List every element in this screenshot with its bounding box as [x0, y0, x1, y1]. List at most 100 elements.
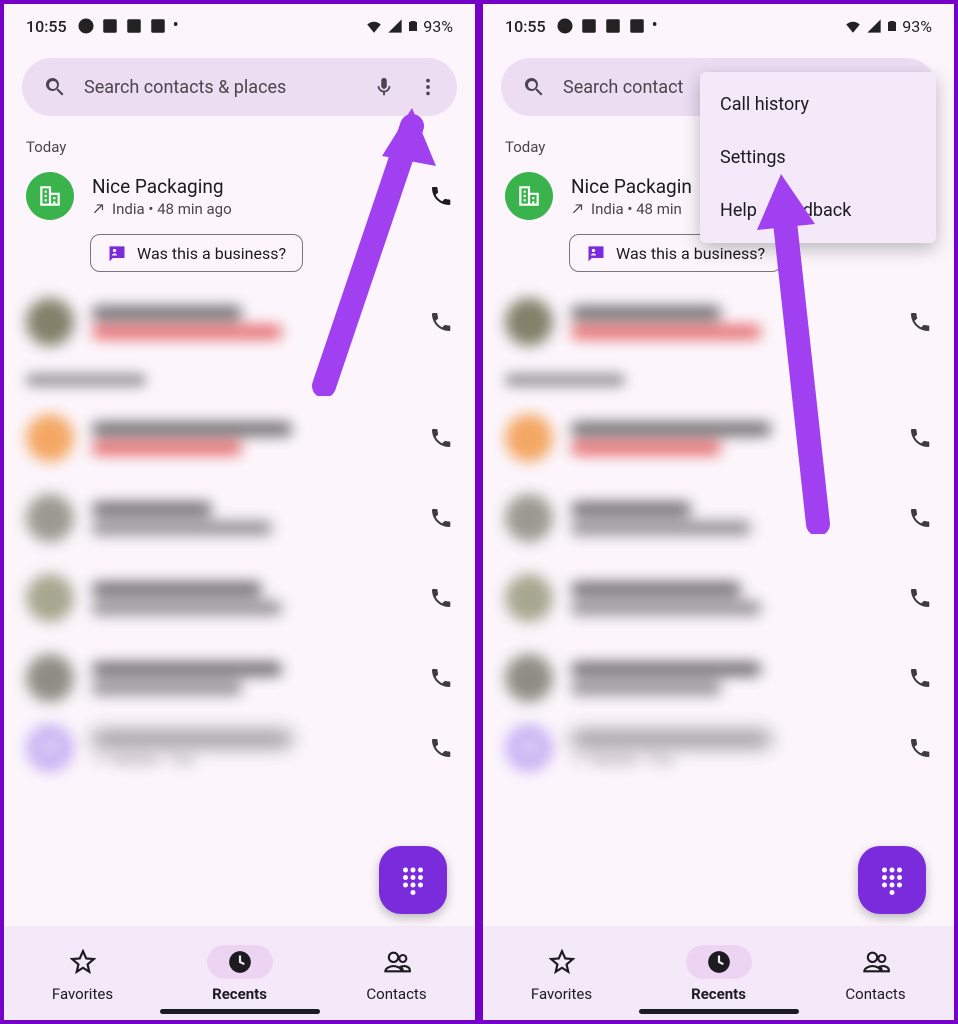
outgoing-call-icon — [571, 202, 585, 216]
call-subtext: India • 48 min ago — [112, 200, 232, 218]
nav-label: Contacts — [366, 985, 426, 1003]
blurred-call-row[interactable] — [483, 398, 954, 478]
dialpad-fab[interactable] — [379, 846, 447, 914]
bottom-nav: Favorites Recents Contacts — [4, 926, 475, 1020]
dialpad-icon — [877, 865, 907, 895]
business-chip-label: Was this a business? — [616, 244, 765, 263]
overflow-menu: Call history Settings Help eedback — [700, 72, 936, 243]
menu-call-history[interactable]: Call history — [700, 78, 936, 131]
blurred-call-row[interactable]: H Mobile • Tue — [4, 718, 475, 772]
nav-contacts[interactable]: Contacts — [797, 927, 954, 1020]
wifi-icon — [365, 17, 383, 35]
wifi-icon — [844, 17, 862, 35]
menu-settings[interactable]: Settings — [700, 131, 936, 184]
nav-favorites[interactable]: Favorites — [4, 927, 161, 1020]
app-icon-3 — [149, 17, 167, 35]
nav-label: Contacts — [845, 985, 905, 1003]
nav-handle[interactable] — [639, 1009, 799, 1014]
call-button[interactable] — [908, 736, 932, 760]
contact-card-icon — [107, 243, 127, 263]
status-time: 10:55 — [26, 17, 67, 36]
signal-icon — [866, 18, 882, 34]
business-icon — [516, 183, 542, 209]
star-icon — [70, 949, 96, 975]
more-icon[interactable] — [413, 72, 443, 102]
blurred-call-row[interactable] — [483, 282, 954, 362]
call-button[interactable] — [429, 736, 453, 760]
battery-icon — [407, 17, 419, 35]
signal-icon — [387, 18, 403, 34]
search-placeholder: Search contacts & places — [84, 77, 355, 98]
call-button[interactable] — [429, 184, 453, 208]
nav-label: Recents — [691, 985, 746, 1003]
contact-avatar — [26, 172, 74, 220]
app-icon-3 — [628, 17, 646, 35]
blurred-call-row[interactable] — [4, 558, 475, 638]
messenger-icon — [77, 17, 95, 35]
status-bar: 10:55 • 93% — [483, 4, 954, 48]
blurred-header — [483, 362, 954, 398]
dialpad-icon — [398, 865, 428, 895]
call-button[interactable] — [429, 506, 453, 530]
people-icon — [383, 948, 411, 976]
nav-contacts[interactable]: Contacts — [318, 927, 475, 1020]
blurred-call-row[interactable] — [4, 398, 475, 478]
search-bar[interactable]: Search contacts & places — [22, 58, 457, 116]
call-button[interactable] — [429, 310, 453, 334]
menu-help[interactable]: Help eedback — [700, 184, 936, 237]
clock-icon — [706, 949, 732, 975]
app-icon-2 — [125, 17, 143, 35]
call-button[interactable] — [429, 666, 453, 690]
app-icon — [580, 17, 598, 35]
business-chip[interactable]: Was this a business? — [90, 234, 303, 272]
blurred-call-row[interactable] — [483, 478, 954, 558]
blurred-call-row[interactable] — [4, 282, 475, 362]
contact-name: Nice Packaging — [92, 175, 411, 198]
phone-screenshot-left: 10:55 • 93% Search contacts & p — [0, 0, 479, 1024]
clock-icon — [227, 949, 253, 975]
blurred-call-row[interactable] — [483, 558, 954, 638]
battery-icon — [886, 17, 898, 35]
nav-label: Favorites — [531, 985, 592, 1003]
status-notif-icons: • — [77, 17, 179, 35]
business-chip-label: Was this a business? — [137, 244, 286, 263]
nav-recents[interactable]: Recents — [640, 927, 797, 1020]
star-icon — [549, 949, 575, 975]
people-icon — [862, 948, 890, 976]
dialpad-fab[interactable] — [858, 846, 926, 914]
call-button[interactable] — [908, 586, 932, 610]
recents-list[interactable]: Today Nice Packaging India • 48 min ago — [4, 124, 475, 926]
blurred-call-row[interactable]: H Mobile • Tue — [483, 718, 954, 772]
nav-favorites[interactable]: Favorites — [483, 927, 640, 1020]
call-button[interactable] — [908, 310, 932, 334]
bottom-nav: Favorites Recents Contacts — [483, 926, 954, 1020]
nav-recents[interactable]: Recents — [161, 927, 318, 1020]
blurred-call-row[interactable] — [483, 638, 954, 718]
nav-handle[interactable] — [160, 1009, 320, 1014]
contact-card-icon — [586, 243, 606, 263]
blurred-call-row[interactable] — [4, 638, 475, 718]
blurred-header — [4, 362, 475, 398]
call-button[interactable] — [429, 426, 453, 450]
blurred-call-row[interactable] — [4, 478, 475, 558]
status-notif-icons: • — [556, 17, 658, 35]
call-button[interactable] — [429, 586, 453, 610]
call-button[interactable] — [908, 426, 932, 450]
battery-text: 93% — [423, 17, 453, 36]
phone-screenshot-right: 10:55 • 93% Search contact — [479, 0, 958, 1024]
battery-text: 93% — [902, 17, 932, 36]
recents-list[interactable]: Today Nice Packagin India • 48 min Was t… — [483, 124, 954, 926]
search-icon — [40, 72, 70, 102]
app-icon — [101, 17, 119, 35]
call-button[interactable] — [908, 506, 932, 530]
app-icon-2 — [604, 17, 622, 35]
mic-icon[interactable] — [369, 72, 399, 102]
call-button[interactable] — [908, 666, 932, 690]
business-icon — [37, 183, 63, 209]
contact-avatar — [505, 172, 553, 220]
search-icon — [519, 72, 549, 102]
call-subtext: Mobile • Tue — [112, 751, 194, 769]
call-row[interactable]: Nice Packaging India • 48 min ago — [4, 162, 475, 220]
call-subtext: Mobile • Tue — [591, 751, 673, 769]
section-header-today: Today — [4, 124, 475, 162]
